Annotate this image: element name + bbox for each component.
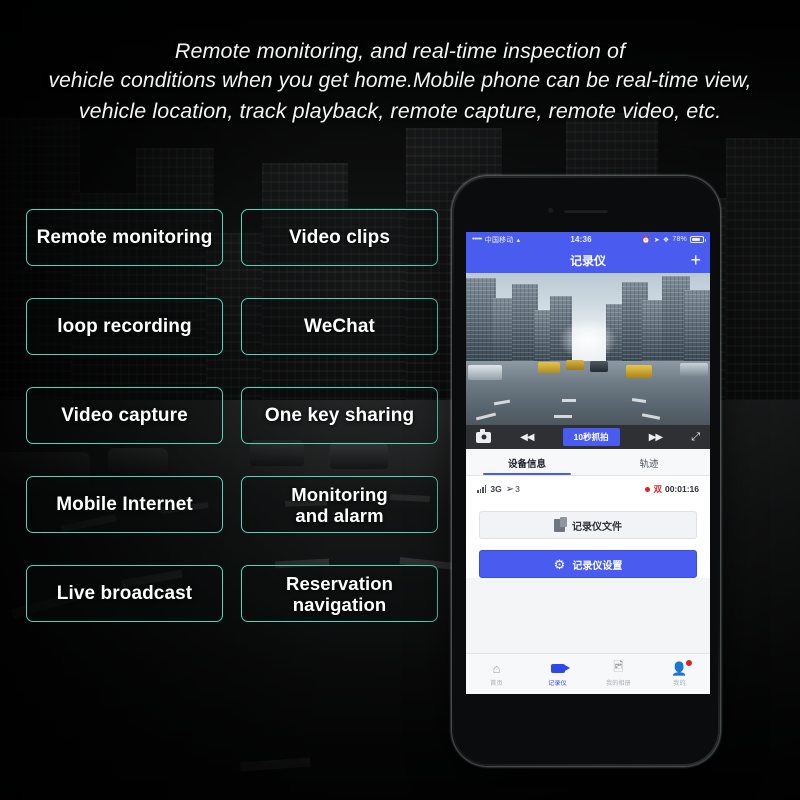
video-taxi <box>626 365 652 378</box>
page-headline: Remote monitoring, and real-time inspect… <box>0 36 800 126</box>
satellite-count-label: 3 <box>515 484 520 494</box>
snapshot-camera-button[interactable] <box>476 429 491 443</box>
video-control-bar: ◀◀ 10秒抓拍 ▶▶ ⤢ <box>466 425 710 449</box>
phone-body: ••••• 中国移动 ▴ 14:36 ⏰ ➤ ❖ 78% 记录仪 + ◀◀ 10… <box>454 178 718 764</box>
status-bar-left: ••••• 中国移动 ▴ <box>472 235 520 245</box>
gear-icon: ⚙ <box>553 556 566 572</box>
recording-dot-icon <box>645 486 651 492</box>
video-taxi <box>566 360 584 370</box>
promo-page: Remote monitoring, and real-time inspect… <box>0 0 800 800</box>
satellite-icon: ➢ <box>505 483 515 495</box>
dashcam-live-video[interactable] <box>466 273 710 425</box>
feature-row: loop recording WeChat <box>26 298 438 355</box>
status-bar-time: 14:36 <box>570 235 592 244</box>
bottom-navigation: ⌂ 首页 记录仪 🖻 我的相册 👤 我的 <box>466 653 710 694</box>
recorder-settings-button[interactable]: ⚙ 记录仪设置 <box>479 550 697 578</box>
feature-box-live-broadcast[interactable]: Live broadcast <box>26 565 223 622</box>
action-button-group: 记录仪文件 ⚙ 记录仪设置 <box>466 501 710 578</box>
nav-item-recorder[interactable]: 记录仪 <box>527 661 588 687</box>
add-device-button[interactable]: + <box>690 251 701 269</box>
rewind-button[interactable]: ◀◀ <box>520 432 534 443</box>
recording-status: 双 00:01:16 <box>645 483 699 495</box>
status-bar-right: ⏰ ➤ ❖ 78% <box>641 236 706 244</box>
signal-dots-icon: ••••• <box>472 236 482 243</box>
file-icon <box>554 516 567 532</box>
phone-screen: ••••• 中国移动 ▴ 14:36 ⏰ ➤ ❖ 78% 记录仪 + ◀◀ 10… <box>466 232 710 694</box>
nav-label-home: 首页 <box>490 681 503 687</box>
video-camera-icon <box>550 661 570 676</box>
video-taxi <box>538 362 560 373</box>
recorder-files-label: 记录仪文件 <box>572 521 622 533</box>
home-icon: ⌂ <box>492 661 501 676</box>
feature-box-remote-monitoring[interactable]: Remote monitoring <box>26 209 223 266</box>
signal-bars-icon <box>477 485 487 493</box>
gallery-icon: 🖻 <box>613 658 624 674</box>
satellite-status: ➢ 3 <box>506 484 520 495</box>
alarm-icon: ⏰ <box>641 236 651 244</box>
wifi-icon: ▴ <box>516 236 521 244</box>
video-horizon-glow <box>558 318 618 362</box>
nav-item-album[interactable]: 🖻 我的相册 <box>588 658 649 688</box>
camera-icon <box>476 429 491 443</box>
nav-label-album: 我的相册 <box>606 681 631 687</box>
smartphone-mockup: ••••• 中国移动 ▴ 14:36 ⏰ ➤ ❖ 78% 记录仪 + ◀◀ 10… <box>452 176 720 766</box>
device-status-row: 3G ➢ 3 双 00:01:16 <box>466 476 710 501</box>
feature-box-wechat[interactable]: WeChat <box>241 298 438 355</box>
feature-box-loop-recording[interactable]: loop recording <box>26 298 223 355</box>
video-road <box>466 361 710 425</box>
bluetooth-icon: ❖ <box>662 236 670 244</box>
front-camera-icon <box>548 208 553 213</box>
notification-badge <box>685 660 692 666</box>
video-car <box>590 361 608 372</box>
feature-row: Mobile Internet Monitoring and alarm <box>26 476 438 533</box>
feature-box-reservation-navigation[interactable]: Reservation navigation <box>241 565 438 622</box>
content-tabs: 设备信息 轨迹 <box>466 449 710 476</box>
video-building <box>684 290 710 371</box>
device-status-left: 3G ➢ 3 <box>477 484 520 495</box>
tab-device-info[interactable]: 设备信息 <box>466 449 588 475</box>
feature-box-video-capture[interactable]: Video capture <box>26 387 223 444</box>
video-lane-marking <box>562 399 576 402</box>
feature-box-mobile-internet[interactable]: Mobile Internet <box>26 476 223 533</box>
fullscreen-icon[interactable]: ⤢ <box>691 431 700 444</box>
network-type-label: 3G <box>490 484 502 494</box>
page-title: 记录仪 <box>569 253 606 268</box>
video-car <box>680 363 708 376</box>
status-bar: ••••• 中国移动 ▴ 14:36 ⏰ ➤ ❖ 78% <box>466 232 710 247</box>
feature-row: Remote monitoring Video clips <box>26 209 438 266</box>
forward-button[interactable]: ▶▶ <box>649 432 663 443</box>
video-lane-marking <box>554 415 572 418</box>
feature-row: Video capture One key sharing <box>26 387 438 444</box>
record-mode-label: 双 <box>653 484 662 494</box>
carrier-label: 中国移动 <box>484 236 514 244</box>
headline-line-3: vehicle location, track playback, remote… <box>78 99 722 123</box>
recorder-files-button[interactable]: 记录仪文件 <box>479 511 697 539</box>
battery-percent-label: 78% <box>672 236 687 243</box>
recorder-settings-label: 记录仪设置 <box>572 560 623 572</box>
battery-icon <box>690 236 706 243</box>
feature-box-one-key-sharing[interactable]: One key sharing <box>241 387 438 444</box>
feature-list: Remote monitoring Video clips loop recor… <box>26 209 438 654</box>
nav-label-profile: 我的 <box>673 681 686 687</box>
nav-item-profile[interactable]: 👤 我的 <box>649 660 710 687</box>
nav-label-recorder: 记录仪 <box>548 681 567 687</box>
feature-box-video-clips[interactable]: Video clips <box>241 209 438 266</box>
earpiece-speaker <box>564 209 608 213</box>
headline-line-1: Remote monitoring, and real-time inspect… <box>174 39 626 63</box>
tab-track[interactable]: 轨迹 <box>588 449 710 475</box>
app-bar: 记录仪 + <box>466 247 710 273</box>
location-icon: ➤ <box>653 236 660 244</box>
nav-item-home[interactable]: ⌂ 首页 <box>466 661 527 687</box>
record-time-label: 00:01:16 <box>664 484 699 494</box>
feature-row: Live broadcast Reservation navigation <box>26 565 438 622</box>
feature-box-monitoring-and-alarm[interactable]: Monitoring and alarm <box>241 476 438 533</box>
headline-line-2: vehicle conditions when you get home.Mob… <box>48 69 752 92</box>
ten-second-snapshot-button[interactable]: 10秒抓拍 <box>562 428 620 446</box>
video-car <box>468 365 502 380</box>
